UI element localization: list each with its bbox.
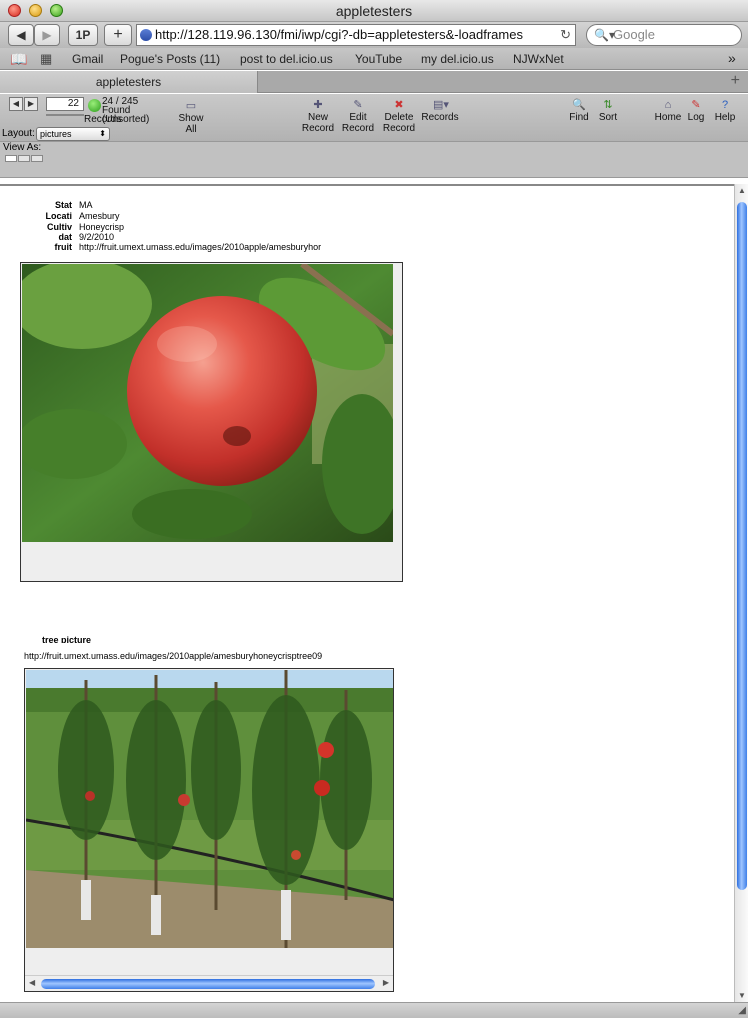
browser-toolbar: ◀ ▶ 1P + http://128.119.96.130/fmi/iwp/c… [0, 22, 748, 48]
delete-record-label-1: Delete [384, 112, 414, 123]
home-button[interactable]: ⌂ Home [654, 99, 682, 123]
field-label-state: Stat [54, 200, 72, 210]
view-as-table-button[interactable] [31, 155, 43, 162]
resize-grip-icon[interactable]: ◢ [738, 1005, 746, 1016]
find-label: Find [569, 112, 589, 123]
show-all-label-1: Show [178, 113, 204, 124]
bookmark-njwxnet[interactable]: NJWxNet [513, 52, 564, 66]
previous-record-icon[interactable]: ◀ [9, 97, 23, 111]
new-record-icon: ✚ [313, 99, 323, 111]
site-favicon-icon [140, 29, 152, 41]
record-number-input[interactable]: 22 [46, 97, 84, 111]
tree-photo-hscrollbar[interactable]: ◀ ▶ [25, 975, 393, 991]
window-title: appletesters [335, 3, 413, 19]
status-indicator-icon [88, 99, 101, 112]
log-icon: ✎ [691, 99, 701, 111]
address-bar[interactable]: http://128.119.96.130/fmi/iwp/cgi?-db=ap… [136, 24, 576, 46]
reload-icon[interactable]: ↻ [560, 25, 571, 45]
bookmark-post-delicious[interactable]: post to del.icio.us [240, 52, 333, 66]
search-input[interactable]: 🔍▾ Google [586, 24, 742, 46]
tree-photo [26, 670, 393, 948]
edit-record-label-1: Edit [349, 112, 367, 123]
scroll-up-arrow-icon[interactable]: ▲ [738, 186, 746, 195]
scroll-left-arrow-icon[interactable]: ◀ [29, 978, 35, 987]
select-arrows-icon: ⬍ [99, 129, 106, 138]
show-all-icon: ▭ [185, 100, 197, 112]
edit-record-icon: ✎ [353, 99, 363, 111]
record-slider[interactable] [46, 114, 84, 116]
scroll-down-arrow-icon[interactable]: ▼ [738, 991, 746, 1000]
view-as-label: View As: [3, 142, 42, 153]
address-text: http://128.119.96.130/fmi/iwp/cgi?-db=ap… [155, 27, 523, 42]
view-as-form-button[interactable] [5, 155, 17, 162]
next-record-icon[interactable]: ▶ [24, 97, 38, 111]
fruit-photo-container [20, 262, 403, 582]
find-magnifier-icon: 🔍 [572, 99, 586, 111]
home-label: Home [654, 112, 682, 123]
find-button[interactable]: 🔍 Find [566, 99, 592, 123]
hscroll-thumb[interactable] [41, 979, 375, 989]
sort-button[interactable]: ⇅ Sort [596, 99, 620, 123]
layout-select[interactable]: pictures ⬍ [36, 127, 110, 141]
bookmarks-bar: 📖 ▦ Gmail Pogue's Posts (11) post to del… [0, 48, 748, 70]
page-vscrollbar[interactable]: ▲ ▼ [734, 184, 748, 1002]
field-value-fruit-url[interactable]: http://fruit.umext.umass.edu/images/2010… [79, 242, 321, 253]
delete-record-icon: ✖ [394, 99, 404, 111]
tab-appletesters[interactable]: appletesters [0, 71, 258, 93]
tab-bar: appletesters + [0, 71, 748, 93]
top-sites-grid-icon[interactable]: ▦ [40, 51, 52, 67]
view-as-list-button[interactable] [18, 155, 30, 162]
field-value-state[interactable]: MA [79, 200, 93, 211]
log-button[interactable]: ✎ Log [684, 99, 708, 123]
search-placeholder: Google [613, 27, 655, 42]
scroll-right-arrow-icon[interactable]: ▶ [383, 978, 389, 987]
new-record-label-1: New [307, 112, 328, 123]
sort-status: (Unsorted) [102, 114, 150, 125]
home-icon: ⌂ [664, 99, 672, 111]
add-bookmark-button[interactable]: + [104, 24, 132, 46]
tree-picture-url[interactable]: http://fruit.umext.umass.edu/images/2010… [24, 651, 334, 661]
field-label-location: Locati [45, 211, 72, 221]
sort-label: Sort [598, 112, 618, 123]
records-menu-icon: ▤▾ [433, 99, 449, 111]
bookmark-pogues-posts[interactable]: Pogue's Posts (11) [120, 52, 220, 66]
bookmark-gmail[interactable]: Gmail [72, 52, 103, 66]
forward-button[interactable]: ▶ [34, 24, 60, 46]
help-label: Help [714, 112, 736, 123]
new-tab-icon[interactable]: + [731, 72, 740, 90]
tree-picture-label: tree picture [42, 635, 92, 643]
records-menu-label: Records [421, 112, 459, 123]
onepassword-button[interactable]: 1P [68, 24, 98, 46]
help-icon: ? [721, 99, 729, 111]
layout-select-value: pictures [40, 129, 72, 139]
layout-row: Layout: pictures ⬍ [0, 126, 748, 142]
log-label: Log [687, 112, 705, 123]
layout-label: Layout: [2, 128, 35, 139]
sort-icon: ⇅ [603, 99, 613, 111]
record-content: Stat MA Locati Amesbury Cultiv Honeycris… [0, 184, 734, 1002]
more-bookmarks-icon[interactable]: » [728, 50, 736, 66]
tree-photo-container: ◀ ▶ [24, 668, 394, 992]
vscroll-thumb[interactable] [737, 202, 747, 890]
field-value-location[interactable]: Amesbury [79, 211, 120, 222]
records-menu-button[interactable]: ▤▾ Records [420, 99, 460, 123]
help-button[interactable]: ? Help [712, 99, 738, 123]
bookmarks-book-icon[interactable]: 📖 [10, 51, 27, 68]
search-icon: 🔍▾ [594, 28, 615, 42]
field-label-fruit: fruit [54, 242, 73, 252]
back-button[interactable]: ◀ [8, 24, 34, 46]
view-as-row: View As: [0, 142, 748, 178]
bookmark-my-delicious[interactable]: my del.icio.us [421, 52, 494, 66]
bookmark-youtube[interactable]: YouTube [355, 52, 402, 66]
fruit-photo [22, 264, 393, 542]
window-title-bar: appletesters [0, 0, 748, 22]
status-bar: ◢ [0, 1002, 748, 1018]
